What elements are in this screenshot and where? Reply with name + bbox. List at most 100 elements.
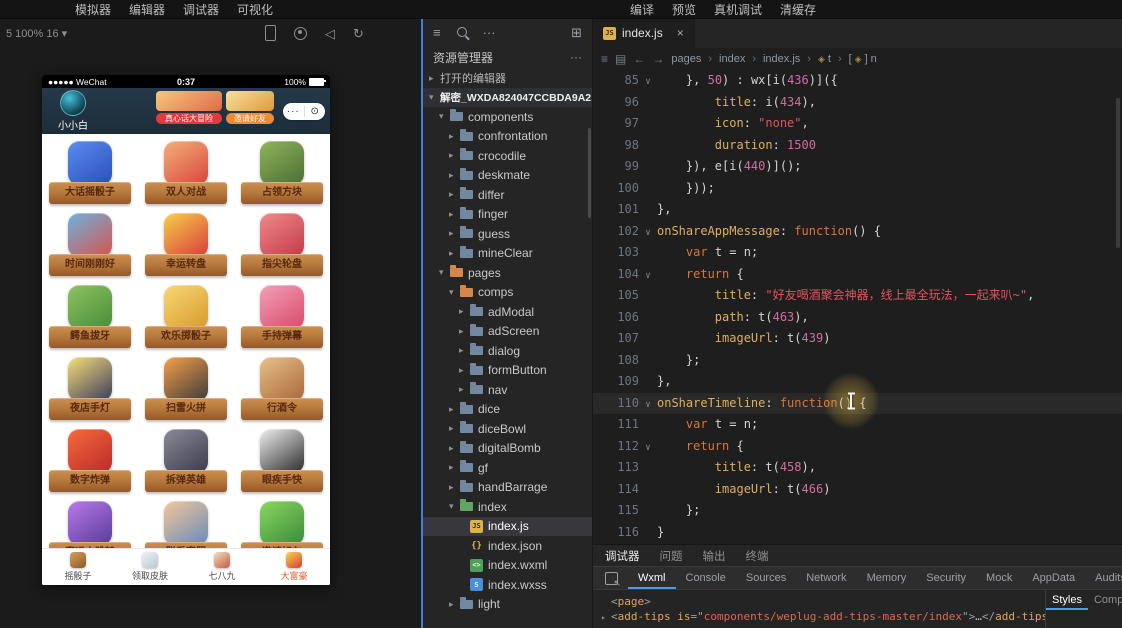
tree-item-dialog[interactable]: ▸dialog: [423, 341, 592, 361]
game-cell-5[interactable]: 指尖轮盘: [234, 210, 330, 282]
exit-icon[interactable]: ⊙: [305, 107, 326, 117]
styles-tab-Styles[interactable]: Styles: [1046, 590, 1088, 610]
code-line-107[interactable]: 107 imageUrl: t(439): [593, 328, 1122, 350]
tree-item-deskmate[interactable]: ▸deskmate: [423, 166, 592, 186]
tree-item-crocodile[interactable]: ▸crocodile: [423, 146, 592, 166]
promo-badge-invite-friends[interactable]: 邀请好友: [226, 91, 274, 124]
code-line-112[interactable]: 112∨ return {: [593, 436, 1122, 458]
editor-scrollbar[interactable]: [1116, 98, 1120, 248]
tabbar-item-2[interactable]: 七八九: [186, 549, 258, 585]
tree-item-guess[interactable]: ▸guess: [423, 224, 592, 244]
user-profile[interactable]: 小小白: [50, 90, 96, 132]
code-line-102[interactable]: 102∨onShareAppMessage: function() {: [593, 221, 1122, 243]
menu-item-1[interactable]: 编辑器: [129, 1, 165, 18]
search-icon[interactable]: [457, 27, 467, 37]
code-line-98[interactable]: 98 duration: 1500: [593, 135, 1122, 157]
devtools-tab-问题[interactable]: 问题: [660, 548, 683, 564]
code-line-113[interactable]: 113 title: t(458),: [593, 457, 1122, 479]
dom-node-0[interactable]: <page>: [601, 594, 1046, 609]
tree-item-mineClear[interactable]: ▸mineClear: [423, 244, 592, 264]
tree-item-index.wxml[interactable]: <>index.wxml: [423, 556, 592, 576]
devtools-tab-调试器[interactable]: 调试器: [605, 548, 640, 564]
tree-item-handBarrage[interactable]: ▸handBarrage: [423, 478, 592, 498]
menu-item-3[interactable]: 可视化: [237, 1, 273, 18]
code-line-100[interactable]: 100 }));: [593, 178, 1122, 200]
tree-item-diceBowl[interactable]: ▸diceBowl: [423, 419, 592, 439]
volume-icon[interactable]: ◁: [325, 27, 335, 40]
menu-item-0[interactable]: 模拟器: [75, 1, 111, 18]
tree-item-finger[interactable]: ▸finger: [423, 205, 592, 225]
code-line-104[interactable]: 104∨ return {: [593, 264, 1122, 286]
devtools-tab-输出[interactable]: 输出: [703, 548, 726, 564]
game-cell-0[interactable]: 大话摇骰子: [42, 138, 138, 210]
device-selector[interactable]: 5 100% 16 ▾: [6, 27, 67, 40]
more-icon[interactable]: ···: [570, 50, 582, 64]
more-icon[interactable]: ···: [483, 26, 496, 39]
breadcrumb-item-n[interactable]: [◈]n: [849, 53, 877, 65]
tree-item-differ[interactable]: ▸differ: [423, 185, 592, 205]
inspector-tab-Memory[interactable]: Memory: [857, 567, 917, 589]
dom-node-1[interactable]: ▸<add-tips is="components/weplug-add-tip…: [601, 609, 1046, 625]
tabbar-item-0[interactable]: 摇骰子: [42, 549, 114, 585]
code-line-105[interactable]: 105 title: "好友喝酒聚会神器，线上最全玩法，一起来叭~",: [593, 285, 1122, 307]
fold-icon[interactable]: ∨: [639, 438, 657, 460]
device-icon[interactable]: [265, 25, 276, 41]
back-arrow-icon[interactable]: ←: [633, 52, 645, 66]
inspect-element-icon[interactable]: [605, 572, 618, 585]
code-line-101[interactable]: 101},: [593, 199, 1122, 221]
game-cell-10[interactable]: 扫雷火拼: [138, 354, 234, 426]
breadcrumb-item-pages[interactable]: pages: [671, 53, 701, 65]
split-editor-icon[interactable]: ⊞: [571, 26, 582, 39]
tree-item-index.js[interactable]: JSindex.js: [423, 517, 592, 537]
tree-item-formButton[interactable]: ▸formButton: [423, 361, 592, 381]
bookmark-icon[interactable]: ▤: [615, 52, 626, 66]
tree-item-index.json[interactable]: {}index.json: [423, 536, 592, 556]
record-icon[interactable]: [294, 27, 307, 40]
game-cell-8[interactable]: 手持弹幕: [234, 282, 330, 354]
editor-tab-indexjs[interactable]: JS index.js ×: [593, 18, 695, 48]
inspector-tab-Audits[interactable]: Audits: [1085, 567, 1122, 589]
tabbar-item-3[interactable]: 大富豪: [258, 549, 330, 585]
fold-icon[interactable]: ∨: [639, 223, 657, 245]
forward-arrow-icon[interactable]: →: [652, 52, 664, 66]
breadcrumb-item-t[interactable]: ◈t: [818, 53, 831, 65]
explorer-scrollbar[interactable]: [588, 128, 591, 218]
code-line-97[interactable]: 97 icon: "none",: [593, 113, 1122, 135]
rotate-icon[interactable]: ↻: [353, 27, 364, 40]
code-line-114[interactable]: 114 imageUrl: t(466): [593, 479, 1122, 501]
project-root[interactable]: ▾ 解密_WXDA824047CCBDA9A2: [423, 88, 592, 107]
more-icon[interactable]: ···: [283, 107, 304, 117]
styles-tab-Computed[interactable]: Computed: [1088, 590, 1122, 610]
code-line-109[interactable]: 109},: [593, 371, 1122, 393]
tree-item-components[interactable]: ▾components: [423, 107, 592, 127]
tree-item-light[interactable]: ▸light: [423, 595, 592, 615]
inspector-tab-Wxml[interactable]: Wxml: [628, 567, 676, 589]
open-editors-section[interactable]: ▸ 打开的编辑器: [423, 68, 592, 88]
tree-item-index.wxss[interactable]: Sindex.wxss: [423, 575, 592, 595]
game-cell-3[interactable]: 时间刚刚好: [42, 210, 138, 282]
fold-icon[interactable]: ∨: [639, 72, 657, 94]
close-icon[interactable]: ×: [677, 26, 684, 40]
tree-item-comps[interactable]: ▾comps: [423, 283, 592, 303]
tree-item-confrontation[interactable]: ▸confrontation: [423, 127, 592, 147]
list-icon[interactable]: ≡: [433, 26, 441, 39]
tabbar-item-1[interactable]: 领取皮肤: [114, 549, 186, 585]
code-line-116[interactable]: 116}: [593, 522, 1122, 544]
tree-item-pages[interactable]: ▾pages: [423, 263, 592, 283]
tree-item-dice[interactable]: ▸dice: [423, 400, 592, 420]
inspector-tab-Mock[interactable]: Mock: [976, 567, 1022, 589]
tree-item-digitalBomb[interactable]: ▸digitalBomb: [423, 439, 592, 459]
code-line-111[interactable]: 111 var t = n;: [593, 414, 1122, 436]
outline-icon[interactable]: ≡: [601, 52, 608, 66]
inspector-tab-AppData[interactable]: AppData: [1022, 567, 1085, 589]
panel-resize-sash[interactable]: [421, 18, 423, 628]
promo-badge-truth-or-dare[interactable]: 真心话大冒险: [156, 91, 222, 124]
code-line-103[interactable]: 103 var t = n;: [593, 242, 1122, 264]
fold-icon[interactable]: ∨: [639, 266, 657, 288]
toolbar-action-1[interactable]: 预览: [672, 1, 696, 18]
game-cell-2[interactable]: 占领方块: [234, 138, 330, 210]
tree-item-nav[interactable]: ▸nav: [423, 380, 592, 400]
tree-item-adScreen[interactable]: ▸adScreen: [423, 322, 592, 342]
game-cell-13[interactable]: 拆弹英雄: [138, 426, 234, 498]
game-cell-4[interactable]: 幸运转盘: [138, 210, 234, 282]
